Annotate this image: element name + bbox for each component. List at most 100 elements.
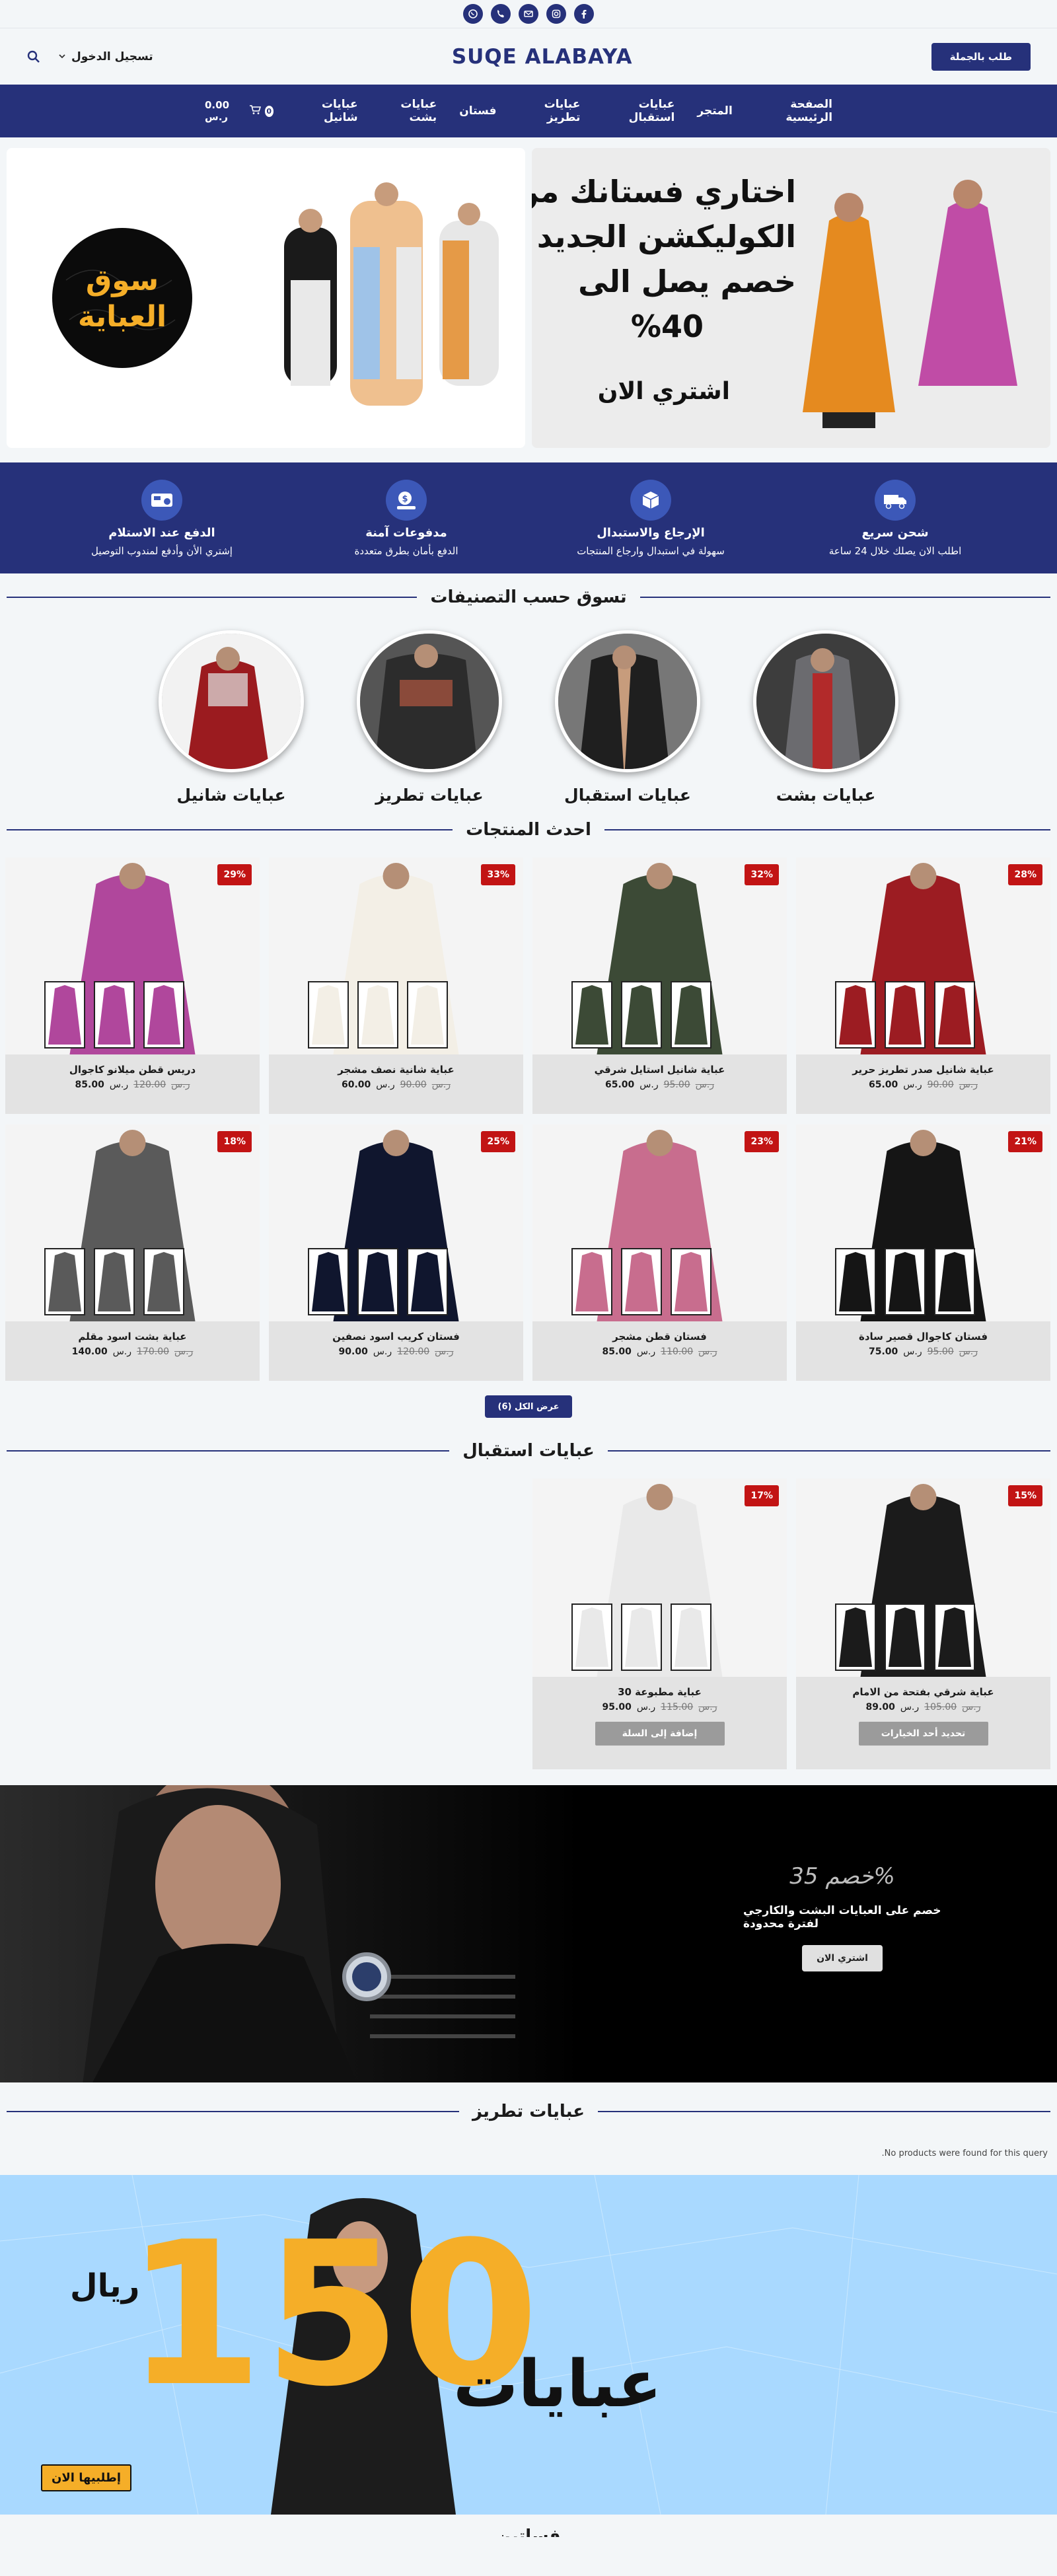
instagram-icon[interactable] xyxy=(546,4,566,24)
sale-price: 60.00 xyxy=(342,1080,371,1090)
product-card[interactable]: 25% فستان كريب اسود نصفين ر.س 120.00 ر.س 90.0… xyxy=(269,1124,523,1381)
product-name[interactable]: دريس قطن ميلانو كاجوال xyxy=(5,1054,260,1076)
search-icon[interactable] xyxy=(26,50,41,64)
currency-label: ر.س xyxy=(900,1702,920,1712)
product-price: ر.س 90.00 ر.س 60.00 xyxy=(269,1076,523,1090)
banner-order-button[interactable]: إطلبيها الان xyxy=(41,2464,132,2491)
nav-item-dress[interactable]: فستان xyxy=(459,104,496,118)
product-price: ر.س 110.00 ر.س 85.00 xyxy=(532,1343,787,1357)
product-card[interactable]: 17% عباية مطبوعة 30 ر.س 115.00 ر.س 95.00 إضافة… xyxy=(532,1479,787,1769)
product-card[interactable]: 33% عباية شانية نصف مشجر ر.س 90.00 ر.س 60.00 xyxy=(269,858,523,1114)
product-price: ر.س 95.00 ر.س 75.00 xyxy=(796,1343,1050,1357)
reception-products-grid: 15% عباية شرقي بفتحة من الامام ر.س 105.00 ر.… xyxy=(0,1479,1057,1769)
discount-badge: 32% xyxy=(745,864,779,885)
divider xyxy=(598,2111,1051,2112)
original-price: 95.00 xyxy=(927,1346,954,1357)
site-logo[interactable]: SUQE ALABAYA xyxy=(452,45,633,69)
section-title: عبايات تطريز xyxy=(472,2102,585,2121)
product-name[interactable]: فستان كريب اسود نصفين xyxy=(269,1321,523,1343)
mail-icon[interactable] xyxy=(519,4,538,24)
product-image[interactable]: 17% xyxy=(532,1479,787,1677)
cart-total: 0.00 ر.س xyxy=(205,99,230,123)
phone-icon[interactable] xyxy=(491,4,511,24)
hero-banner-right-logo[interactable]: سوق العباية xyxy=(7,148,525,448)
feature-title: شحن سريع xyxy=(861,525,929,540)
currency-label: ر.س xyxy=(698,1702,717,1712)
hero-line-3: خصم يصل الى xyxy=(578,264,796,299)
category-embroidery[interactable]: عبايات تطريز xyxy=(353,630,505,805)
currency-label: ر.س xyxy=(639,1080,659,1090)
product-image[interactable]: 28% xyxy=(796,858,1050,1054)
promo-buy-button[interactable]: اشتري الان xyxy=(802,1945,883,1971)
product-name[interactable]: فستان كاجوال قصير سادة xyxy=(796,1321,1050,1343)
feature-cod: الدفع عند الاستلام إشتري الأن وأدفع لمند… xyxy=(63,479,261,557)
nav-item-chanel-abayas[interactable]: عبايات شانيل xyxy=(296,98,358,124)
product-name[interactable]: عباية شرقي بفتحة من الامام xyxy=(796,1677,1050,1698)
nav-item-embroidery-abayas[interactable]: عبايات تطريز xyxy=(519,98,581,124)
product-card[interactable]: 32% عباية شانيل استايل شرقي ر.س 95.00 ر.س 65.… xyxy=(532,858,787,1114)
login-link[interactable]: تسجيل الدخول xyxy=(58,50,153,63)
category-image xyxy=(555,630,700,772)
currency-label: ر.س xyxy=(962,1702,981,1712)
product-image[interactable]: 21% xyxy=(796,1124,1050,1321)
wholesale-order-button[interactable]: طلب بالجملة xyxy=(931,42,1031,71)
product-card[interactable]: 15% عباية شرقي بفتحة من الامام ر.س 105.00 ر.… xyxy=(796,1479,1050,1769)
view-all-button[interactable]: عرض الكل (6) xyxy=(485,1395,572,1418)
product-image[interactable]: 25% xyxy=(269,1124,523,1321)
currency-label: ر.س xyxy=(959,1346,978,1357)
category-bisht[interactable]: عبايات بشت xyxy=(750,630,902,805)
product-image-illustration xyxy=(796,1124,1050,1321)
product-name[interactable]: عباية بشت اسود مقلم xyxy=(5,1321,260,1343)
cash-on-delivery-icon xyxy=(141,479,182,521)
discount-badge: 29% xyxy=(217,864,252,885)
product-image-illustration xyxy=(269,858,523,1054)
nav-item-bisht-abayas[interactable]: عبايات بشت xyxy=(381,98,437,124)
add-to-cart-button[interactable]: إضافة إلى السلة xyxy=(595,1722,725,1746)
select-options-button[interactable]: تحديد أحد الخيارات xyxy=(858,1722,988,1746)
currency-label: ر.س xyxy=(636,1702,656,1712)
product-image[interactable]: 29% xyxy=(5,858,260,1054)
product-name[interactable]: عباية شانيل صدر تطريز حرير xyxy=(796,1054,1050,1076)
sale-price: 75.00 xyxy=(869,1346,898,1357)
product-image[interactable]: 32% xyxy=(532,858,787,1054)
product-name[interactable]: فستان قطن مشجر xyxy=(532,1321,787,1343)
product-card[interactable]: 28% عباية شانيل صدر تطريز حرير ر.س 90.00 ر.س… xyxy=(796,858,1050,1114)
product-card[interactable]: 18% عباية بشت اسود مقلم ر.س 170.00 ر.س 140.00 xyxy=(5,1124,260,1381)
product-card[interactable]: 21% فستان كاجوال قصير سادة ر.س 95.00 ر.س 75.0… xyxy=(796,1124,1050,1381)
category-chanel[interactable]: عبايات شانيل xyxy=(155,630,307,805)
banner-currency: ريال xyxy=(70,2267,140,2304)
product-card[interactable]: 29% دريس قطن ميلانو كاجوال ر.س 120.00 ر.س 85.… xyxy=(5,858,260,1114)
cart-button[interactable]: 0.00 ر.س 0 xyxy=(205,99,273,123)
nav-item-shop[interactable]: المتجر xyxy=(697,104,732,118)
promo-headline: خصم 35% xyxy=(789,1863,895,1890)
banner-word: عبايات xyxy=(453,2347,662,2422)
currency-label: ر.س xyxy=(903,1346,922,1357)
original-price: 170.00 xyxy=(137,1346,170,1357)
hero-cta: اشتري الان xyxy=(598,378,730,405)
discount-badge: 23% xyxy=(745,1131,779,1152)
product-image-illustration xyxy=(532,1124,787,1321)
feature-title: الإرجاع والاستبدال xyxy=(597,525,705,540)
product-image-illustration xyxy=(532,858,787,1054)
category-reception[interactable]: عبايات استقبال xyxy=(552,630,704,805)
nav-item-home[interactable]: الصفحة الرئيسية xyxy=(755,98,832,124)
nav-item-reception-abayas[interactable]: عبايات استقبال xyxy=(602,98,675,124)
section-header-embroidery: عبايات تطريز xyxy=(0,2088,1057,2135)
product-image[interactable]: 15% xyxy=(796,1479,1050,1677)
product-card[interactable]: 23% فستان قطن مشجر ر.س 110.00 ر.س 85.00 xyxy=(532,1124,787,1381)
hero-line-1: اختاري فستانك من xyxy=(532,174,796,209)
product-name[interactable]: عباية شانية نصف مشجر xyxy=(269,1054,523,1076)
facebook-icon[interactable] xyxy=(574,4,594,24)
divider xyxy=(639,597,1051,598)
svg-text:$: $ xyxy=(402,494,408,504)
product-image[interactable]: 18% xyxy=(5,1124,260,1321)
product-image[interactable]: 33% xyxy=(269,858,523,1054)
product-name[interactable]: عباية شانيل استايل شرقي xyxy=(532,1054,787,1076)
product-image[interactable]: 23% xyxy=(532,1124,787,1321)
feature-subtitle: إشتري الأن وأدفع لمندوب التوصيل xyxy=(91,544,233,557)
return-box-icon xyxy=(630,479,671,521)
whatsapp-icon[interactable] xyxy=(463,4,483,24)
product-name[interactable]: عباية مطبوعة 30 xyxy=(532,1677,787,1698)
promo-text-block: خصم 35% خصم على العبايات البشت والكارجي … xyxy=(743,1863,941,1971)
hero-banner-collection[interactable]: اختاري فستانك من الكوليكشن الجديد خصم يص… xyxy=(532,148,1050,448)
